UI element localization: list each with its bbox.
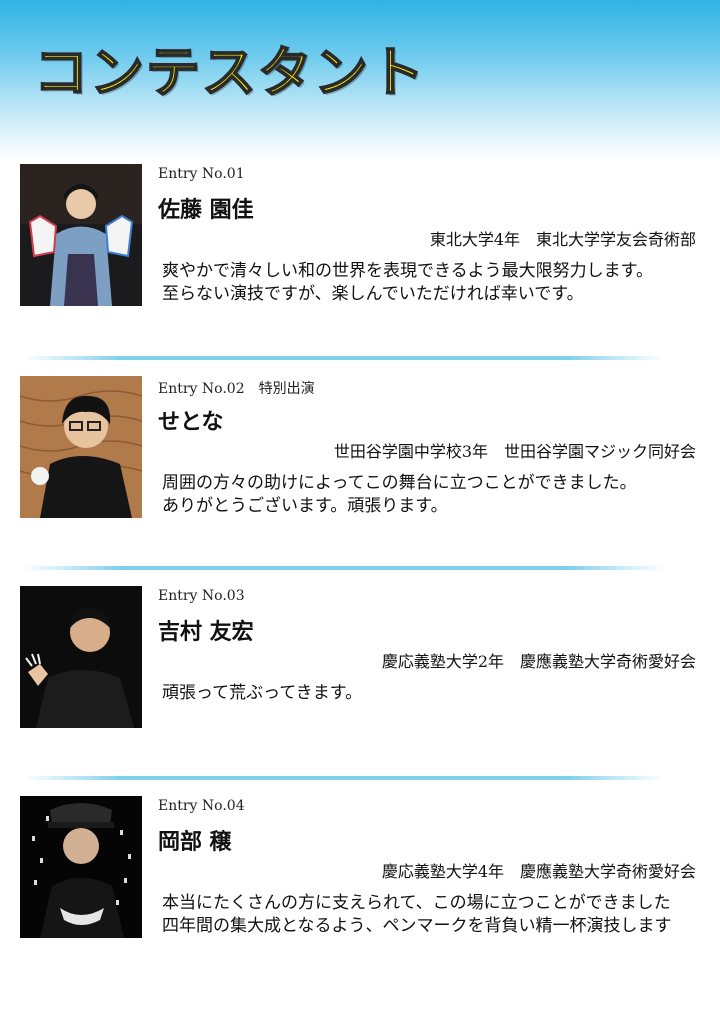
contestant-photo [20,376,142,518]
message-line: 至らない演技ですが、楽しんでいただければ幸いです。 [162,284,584,304]
contestant-affiliation: 慶応義塾大学2年 慶應義塾大学奇術愛好会 [381,652,696,671]
section-divider [24,776,664,780]
contestant-photo [20,796,142,938]
special-appearance-label: 特別出演 [258,381,315,397]
message-line: 四年間の集大成となるよう、ペンマークを背負い精一杯演技します [162,916,672,936]
message-line: 本当にたくさんの方に支えられて、この場に立つことができました [162,893,671,913]
contestant-photo [20,586,142,728]
contestant-name: 佐藤 園佳 [158,198,254,223]
section-divider [24,356,664,360]
entry-number: Entry No.04 [158,798,245,814]
entry-number: Entry No.02 特別出演 [158,378,315,398]
message-line: ありがとうございます。頑張ります。 [162,496,448,516]
photo-kimono-masks [20,164,142,306]
message-line: 周囲の方々の助けによってこの舞台に立つことができました。 [162,473,637,493]
entry-number: Entry No.03 [158,588,245,604]
entry-number-text: Entry No.02 [158,381,245,397]
contestant-message: 本当にたくさんの方に支えられて、この場に立つことができました 四年間の集大成とな… [162,892,702,938]
message-line: 爽やかで清々しい和の世界を表現できるよう最大限努力します。 [162,261,653,281]
contestant-message: 頑張って荒ぶってきます。 [162,682,702,705]
contestant-photo [20,164,142,306]
message-line: 頑張って荒ぶってきます。 [162,683,363,703]
photo-performer-dark [20,586,142,728]
contestant-name: 吉村 友宏 [158,620,254,645]
contestant-message: 爽やかで清々しい和の世界を表現できるよう最大限努力します。 至らない演技ですが、… [162,260,702,306]
contestant-message: 周囲の方々の助けによってこの舞台に立つことができました。 ありがとうございます。… [162,472,702,518]
photo-boy-glasses [20,376,142,518]
photo-performer-cards [20,796,142,938]
contestant-affiliation: 東北大学4年 東北大学学友会奇術部 [429,230,696,249]
section-divider [24,566,664,570]
entry-number: Entry No.01 [158,166,245,182]
page-title: コンテスタント [33,40,426,105]
contestant-name: せとな [158,410,224,435]
contestant-name: 岡部 穣 [158,830,232,855]
contestant-affiliation: 世田谷学園中学校3年 世田谷学園マジック同好会 [333,442,696,461]
contestant-affiliation: 慶応義塾大学4年 慶應義塾大学奇術愛好会 [381,862,696,881]
